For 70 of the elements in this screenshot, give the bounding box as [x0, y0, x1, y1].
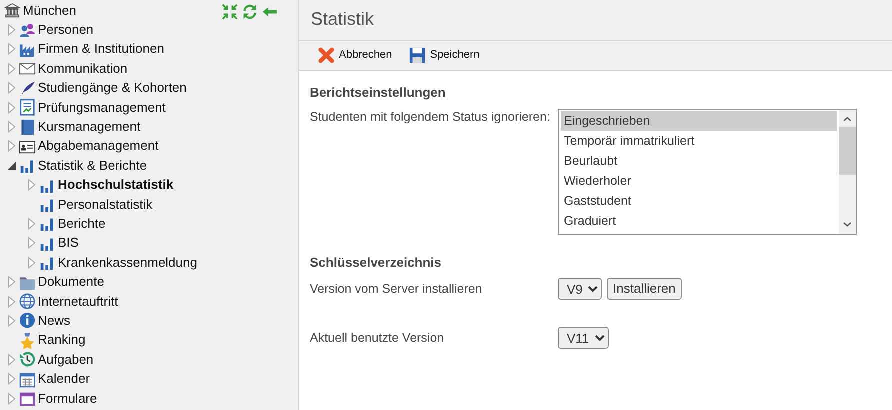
tree-item[interactable]: Formulare: [38, 390, 98, 406]
field-label: Version vom Server installieren: [310, 280, 484, 298]
expand-arrow-icon[interactable]: [6, 139, 18, 154]
tree-item[interactable]: News: [38, 312, 71, 329]
expand-arrow-icon[interactable]: [6, 275, 18, 290]
expand-arrow-icon[interactable]: [26, 256, 38, 270]
tree-item[interactable]: Prüfungsmanagement: [38, 100, 166, 116]
star-icon: [19, 332, 36, 349]
toolbar-button[interactable]: Abbrechen: [317, 47, 392, 64]
tree-item[interactable]: Aufgaben: [38, 352, 94, 368]
collapse-arrows-icon[interactable]: [222, 4, 238, 20]
list-option[interactable]: Graduiert: [561, 210, 837, 230]
tree-item[interactable]: München: [23, 2, 76, 19]
cross-icon: [318, 47, 335, 64]
list-option[interactable]: Temporär immatrikuliert: [561, 130, 837, 150]
tree-item[interactable]: Dokumente: [38, 274, 104, 290]
expand-arrow-icon[interactable]: [6, 100, 18, 115]
tree-item[interactable]: Abgabemanagement: [38, 138, 159, 154]
expand-arrow-icon[interactable]: [6, 62, 18, 76]
expand-arrow-icon[interactable]: [6, 23, 18, 38]
list-option[interactable]: Gaststudent: [561, 190, 837, 210]
tree-item[interactable]: Ranking: [38, 332, 86, 348]
section-heading: Berichtseinstellungen: [310, 84, 447, 102]
expand-arrow-icon[interactable]: [6, 81, 18, 96]
list-option[interactable]: Beurlaubt: [561, 150, 837, 170]
exam-sheet-icon: [19, 99, 36, 116]
status-listbox[interactable]: Eingeschrieben Temporär immatrikuliert Beurlaubt Wiederholer Gaststudent Graduiert: [558, 108, 857, 234]
tree-item[interactable]: Hochschulstatistik: [58, 177, 174, 194]
tree-item[interactable]: Kommunikation: [38, 60, 128, 77]
version-select[interactable]: V11: [558, 327, 609, 349]
tree-item[interactable]: Studiengänge & Kohorten: [38, 80, 187, 96]
calendar-icon: [19, 370, 36, 388]
expand-arrow-icon[interactable]: [6, 314, 18, 328]
refresh-icon[interactable]: [242, 4, 258, 20]
tree-item[interactable]: BIS: [58, 235, 79, 252]
field-label: Aktuell benutzte Version: [310, 330, 446, 346]
tree-item[interactable]: Kalender: [38, 371, 90, 388]
tree-item[interactable]: Krankenkassenmeldung: [58, 254, 198, 271]
expand-arrow-icon[interactable]: [26, 178, 38, 192]
people-icon: [19, 22, 36, 39]
expand-arrow-icon[interactable]: [6, 120, 18, 134]
field-label: Studenten mit folgendem Status ignorieren:: [310, 108, 552, 126]
info-icon: [19, 312, 36, 330]
expand-arrow-icon[interactable]: [6, 372, 18, 386]
section-heading: Schlüsselverzeichnis: [310, 254, 443, 272]
expand-arrow-icon[interactable]: [6, 392, 18, 406]
expand-arrow-icon[interactable]: [26, 216, 38, 231]
tree-item[interactable]: Personalstatistik: [58, 196, 153, 213]
expand-arrow-icon[interactable]: [6, 352, 18, 367]
list-option[interactable]: Wiederholer: [561, 170, 837, 190]
form-icon: [19, 390, 36, 407]
tree-item[interactable]: Internetauftritt: [38, 294, 118, 310]
page-title: Statistik: [311, 9, 374, 29]
tree-item[interactable]: Kursmanagement: [38, 119, 141, 136]
tree-item[interactable]: Firmen & Institutionen: [38, 41, 164, 58]
list-option[interactable]: Eingeschrieben: [561, 110, 837, 130]
tree-item[interactable]: Berichte: [58, 216, 106, 232]
globe-icon: [19, 293, 36, 310]
history-icon: [19, 351, 36, 368]
install-button[interactable]: Installieren: [607, 278, 682, 300]
toolbar-button[interactable]: Speichern: [408, 47, 480, 64]
expand-arrow-icon[interactable]: [26, 236, 38, 250]
institution-icon: [4, 2, 21, 20]
book-icon: [19, 118, 36, 136]
scrollbar-drawing[interactable]: [839, 110, 856, 234]
tree-item[interactable]: Personen: [38, 22, 94, 38]
version-select[interactable]: V9: [558, 278, 602, 300]
tree-item[interactable]: Statistik & Berichte: [38, 158, 148, 174]
expand-arrow-icon[interactable]: [6, 294, 18, 309]
expand-arrow-icon[interactable]: [6, 42, 18, 56]
